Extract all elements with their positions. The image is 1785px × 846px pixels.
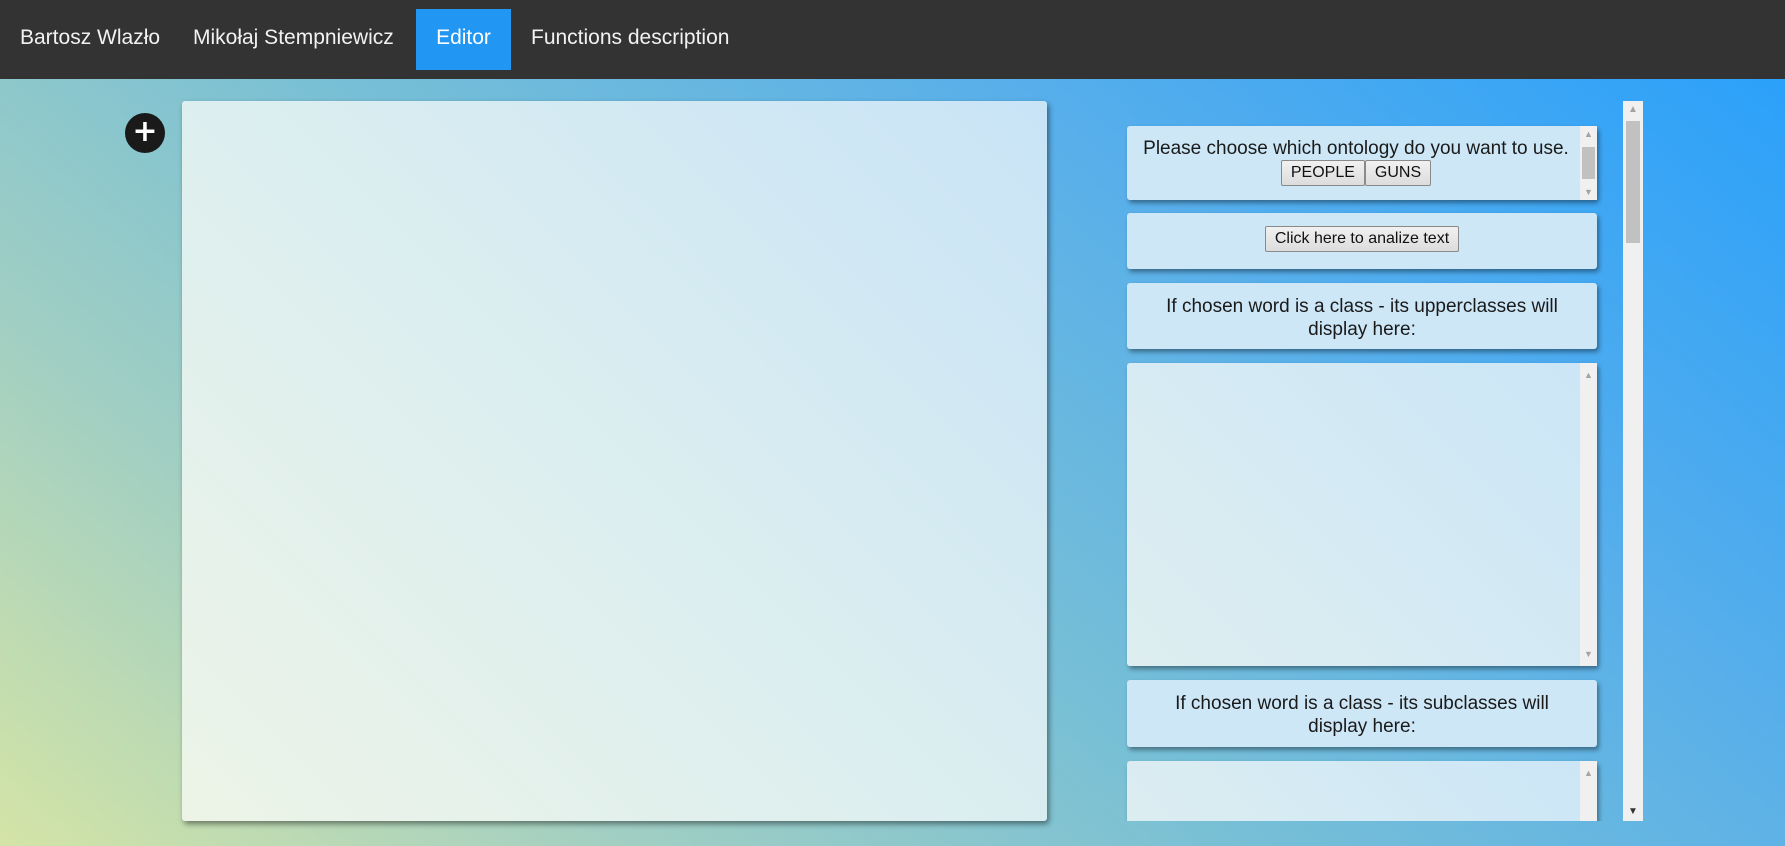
nav-item-mikolaj-stempniewicz[interactable]: Mikołaj Stempniewicz: [173, 9, 414, 70]
plus-icon: +: [132, 114, 158, 149]
arrow-up-icon[interactable]: ▲: [1623, 101, 1643, 119]
arrow-up-icon[interactable]: ▲: [1580, 765, 1597, 781]
nav-item-editor[interactable]: Editor: [416, 9, 511, 70]
scrollbar-thumb[interactable]: [1626, 121, 1640, 243]
ontology-prompt: Please choose which ontology do you want…: [1143, 138, 1569, 159]
people-button[interactable]: PEOPLE: [1280, 160, 1365, 186]
arrow-down-icon[interactable]: ▼: [1623, 803, 1643, 821]
arrow-up-icon[interactable]: ▲: [1580, 367, 1597, 383]
arrow-down-icon[interactable]: ▼: [1580, 646, 1597, 662]
analyze-text-button[interactable]: Click here to analize text: [1264, 226, 1460, 252]
nav-item-functions-description[interactable]: Functions description: [511, 9, 749, 70]
right-panel: Please choose which ontology do you want…: [1106, 101, 1643, 821]
upperclasses-list-scrollbar[interactable]: ▲ ▼: [1580, 363, 1597, 666]
top-navigation: Bartosz Wlazło Mikołaj Stempniewicz Edit…: [0, 0, 1785, 79]
panel-scrollbar[interactable]: ▲ ▼: [1623, 101, 1643, 821]
subclasses-list-scrollbar[interactable]: ▲: [1580, 761, 1597, 821]
upperclasses-list[interactable]: ▲ ▼: [1127, 363, 1597, 666]
arrow-up-icon[interactable]: ▲: [1580, 126, 1597, 142]
subclasses-label-box: If chosen word is a class - its subclass…: [1127, 680, 1597, 747]
editor-textarea[interactable]: [182, 101, 1047, 821]
nav-item-bartosz-wlazlo[interactable]: Bartosz Wlazło: [0, 9, 180, 70]
add-button[interactable]: +: [125, 113, 165, 153]
guns-button[interactable]: GUNS: [1364, 160, 1432, 186]
arrow-down-icon[interactable]: ▼: [1580, 184, 1597, 200]
scrollbar-thumb[interactable]: [1582, 147, 1595, 179]
upperclasses-label-box: If chosen word is a class - its uppercla…: [1127, 283, 1597, 349]
upperclasses-label: If chosen word is a class - its uppercla…: [1166, 296, 1558, 340]
analyze-box: Click here to analize text: [1127, 213, 1597, 269]
ontology-choice-box: Please choose which ontology do you want…: [1127, 126, 1597, 200]
subclasses-list[interactable]: ▲: [1127, 761, 1597, 821]
ontology-box-scrollbar[interactable]: ▲ ▼: [1580, 126, 1597, 200]
subclasses-label: If chosen word is a class - its subclass…: [1175, 693, 1549, 737]
